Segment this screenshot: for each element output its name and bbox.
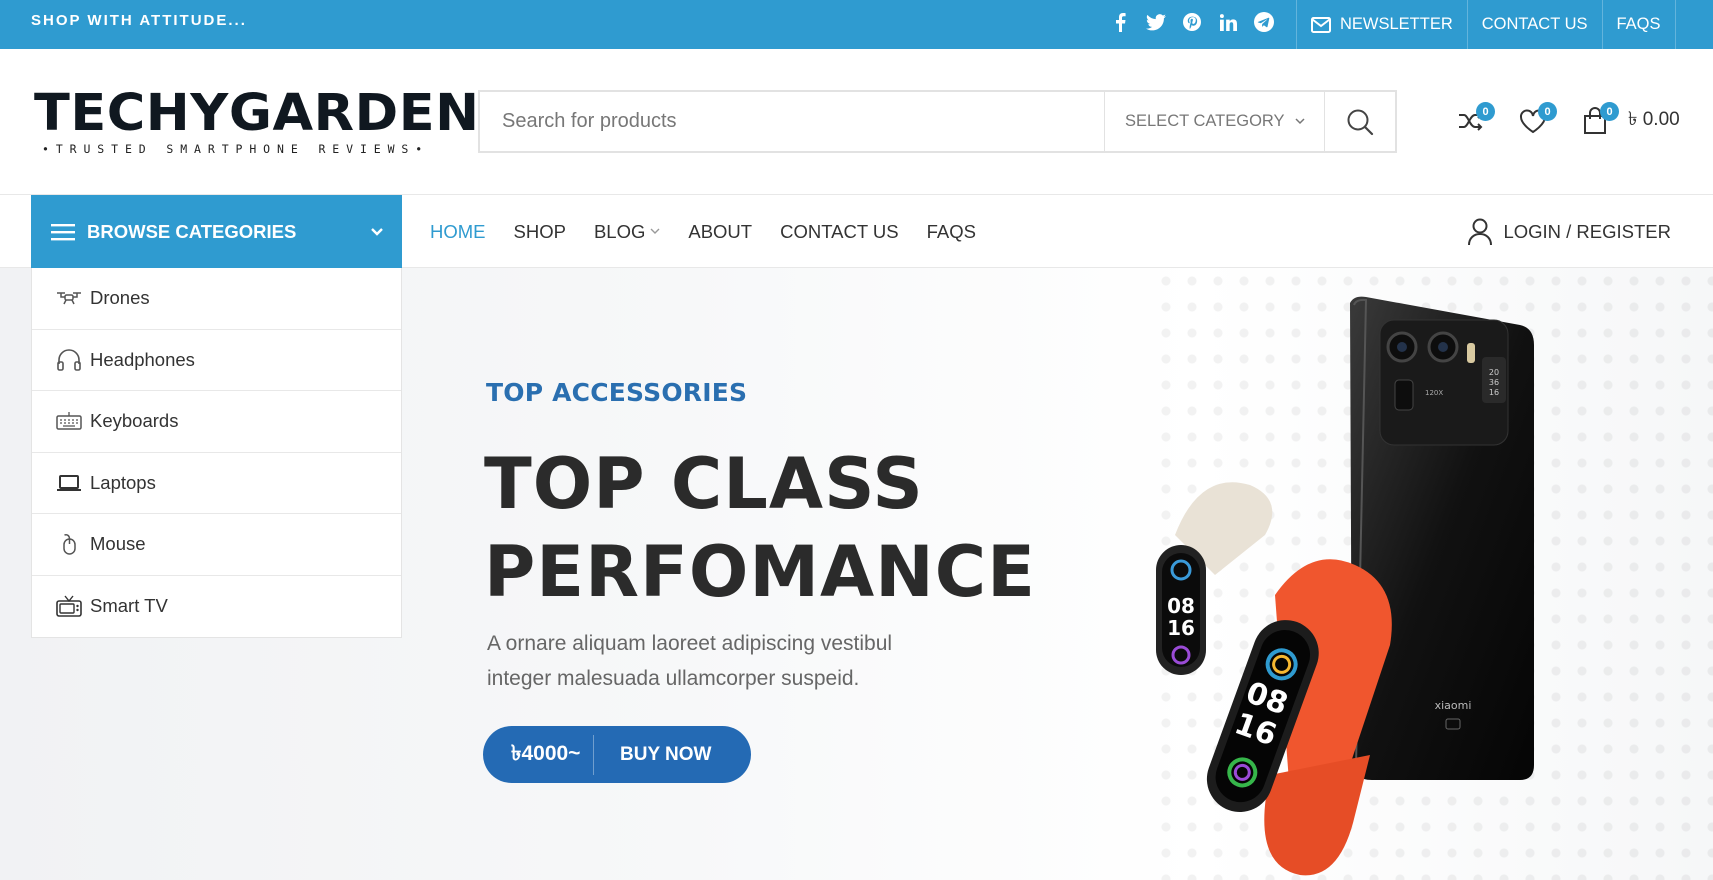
hero-kicker: TOP ACCESSORIES [486,378,748,407]
category-label: Mouse [90,533,146,555]
hero-title-line-1: TOP CLASS [484,443,924,525]
drone-icon [57,292,81,305]
category-label: Headphones [90,348,195,370]
svg-text:16: 16 [1489,388,1499,397]
category-item-smart-tv[interactable]: Smart TV [32,576,401,638]
contact-us-top-link[interactable]: CONTACT US [1468,0,1603,49]
search-bar: SELECT CATEGORY [478,90,1397,153]
hero-title-line-2: PERFOMANCE [484,531,1036,613]
header-actions: 0 0 0 ৳ 0.00 [1440,100,1680,142]
search-button[interactable] [1324,92,1395,151]
buy-now-label: BUY NOW [620,743,712,765]
envelope-icon [1311,16,1331,33]
watch-time-2-back: 16 [1167,616,1195,640]
hero-description: A ornare aliquam laoreet adipiscing vest… [487,626,957,696]
site-logo[interactable]: TECHYGARDEN •TRUSTED SMARTPHONE REVIEWS• [34,86,479,158]
mouse-icon [63,534,76,555]
buy-now-button[interactable]: ৳4000~ BUY NOW [483,726,751,783]
menu-item-blog[interactable]: BLOG [594,221,660,243]
category-select[interactable]: SELECT CATEGORY [1104,92,1324,151]
cart-button[interactable]: 0 [1564,100,1626,142]
logo-tagline: •TRUSTED SMARTPHONE REVIEWS• [42,142,430,156]
category-item-drones[interactable]: Drones [32,268,401,330]
category-label: Laptops [90,471,156,493]
menu-item-contact-us[interactable]: CONTACT US [780,221,899,243]
hero-title: TOP CLASS PERFOMANCE [484,440,1036,616]
category-menu: Drones Headphones Keyboards Laptops Mous… [31,268,402,638]
chevron-down-icon [371,228,383,236]
category-item-mouse[interactable]: Mouse [32,514,401,576]
svg-text:36: 36 [1489,378,1499,387]
telegram-icon[interactable] [1252,10,1276,34]
chevron-down-icon [650,228,660,234]
cart-total[interactable]: ৳ 0.00 [1628,105,1680,137]
menu-item-faqs[interactable]: FAQS [927,221,976,243]
category-label: Smart TV [90,595,168,617]
login-register-link[interactable]: LOGIN / REGISTER [1467,195,1671,268]
primary-menu: HOME SHOP BLOG ABOUT CONTACT US FAQS [430,195,976,268]
user-icon [1468,218,1493,245]
faqs-top-link[interactable]: FAQS [1603,0,1676,49]
category-label: Drones [90,287,150,309]
main-navbar: BROWSE CATEGORIES HOME SHOP BLOG ABOUT C… [0,194,1713,268]
browse-categories-label: BROWSE CATEGORIES [87,220,297,242]
hero-price: ৳4000~ [483,734,594,775]
compare-button[interactable]: 0 [1440,100,1502,142]
cart-count-badge: 0 [1600,102,1619,121]
pinterest-icon[interactable] [1180,10,1204,34]
hamburger-icon [51,223,75,240]
linkedin-icon[interactable] [1216,10,1240,34]
laptop-icon [57,474,81,491]
wishlist-button[interactable]: 0 [1502,100,1564,142]
compare-count-badge: 0 [1476,102,1495,121]
hero-description-line-1: A ornare aliquam laoreet adipiscing vest… [487,632,893,655]
svg-text:20: 20 [1489,368,1499,377]
social-links [1108,10,1276,34]
category-item-keyboards[interactable]: Keyboards [32,391,401,453]
category-item-headphones[interactable]: Headphones [32,330,401,391]
hero-product-image: 20 36 16 120X xiaomi 08 16 08 16 [1156,296,1534,876]
category-label: Keyboards [90,410,179,432]
headphones-icon [57,348,81,371]
wishlist-count-badge: 0 [1538,102,1557,121]
menu-item-shop[interactable]: SHOP [514,221,566,243]
chevron-down-icon [1295,118,1305,125]
tv-icon [56,595,82,618]
watch-time-1: 08 [1167,594,1195,618]
phone-brand-text: xiaomi [1435,699,1472,712]
keyboard-icon [56,412,82,430]
top-bar-tagline: SHOP WITH ATTITUDE... [31,12,247,29]
hero-description-line-2: integer malesuada ullamcorper suspeid. [487,667,860,690]
top-nav: NEWSLETTER CONTACT US FAQS [1296,0,1676,49]
contact-us-top-label: CONTACT US [1481,15,1588,33]
search-icon [1347,109,1374,135]
facebook-icon[interactable] [1108,10,1132,34]
category-select-label: SELECT CATEGORY [1125,112,1285,130]
menu-item-blog-label: BLOG [593,220,646,242]
top-bar: SHOP WITH ATTITUDE... NEWSLETTER CONTACT… [0,0,1713,49]
newsletter-label: NEWSLETTER [1340,15,1453,33]
category-item-laptops[interactable]: Laptops [32,453,401,514]
svg-text:120X: 120X [1425,389,1443,397]
menu-item-about[interactable]: ABOUT [688,221,752,243]
browse-categories-button[interactable]: BROWSE CATEGORIES [31,195,402,268]
menu-item-home[interactable]: HOME [430,221,486,243]
twitter-icon[interactable] [1144,10,1168,34]
login-register-label: LOGIN / REGISTER [1503,220,1671,242]
faqs-top-label: FAQS [1616,15,1661,33]
newsletter-link[interactable]: NEWSLETTER [1297,0,1468,49]
search-input[interactable] [480,92,1104,151]
logo-brand-text: TECHYGARDEN [34,84,480,143]
